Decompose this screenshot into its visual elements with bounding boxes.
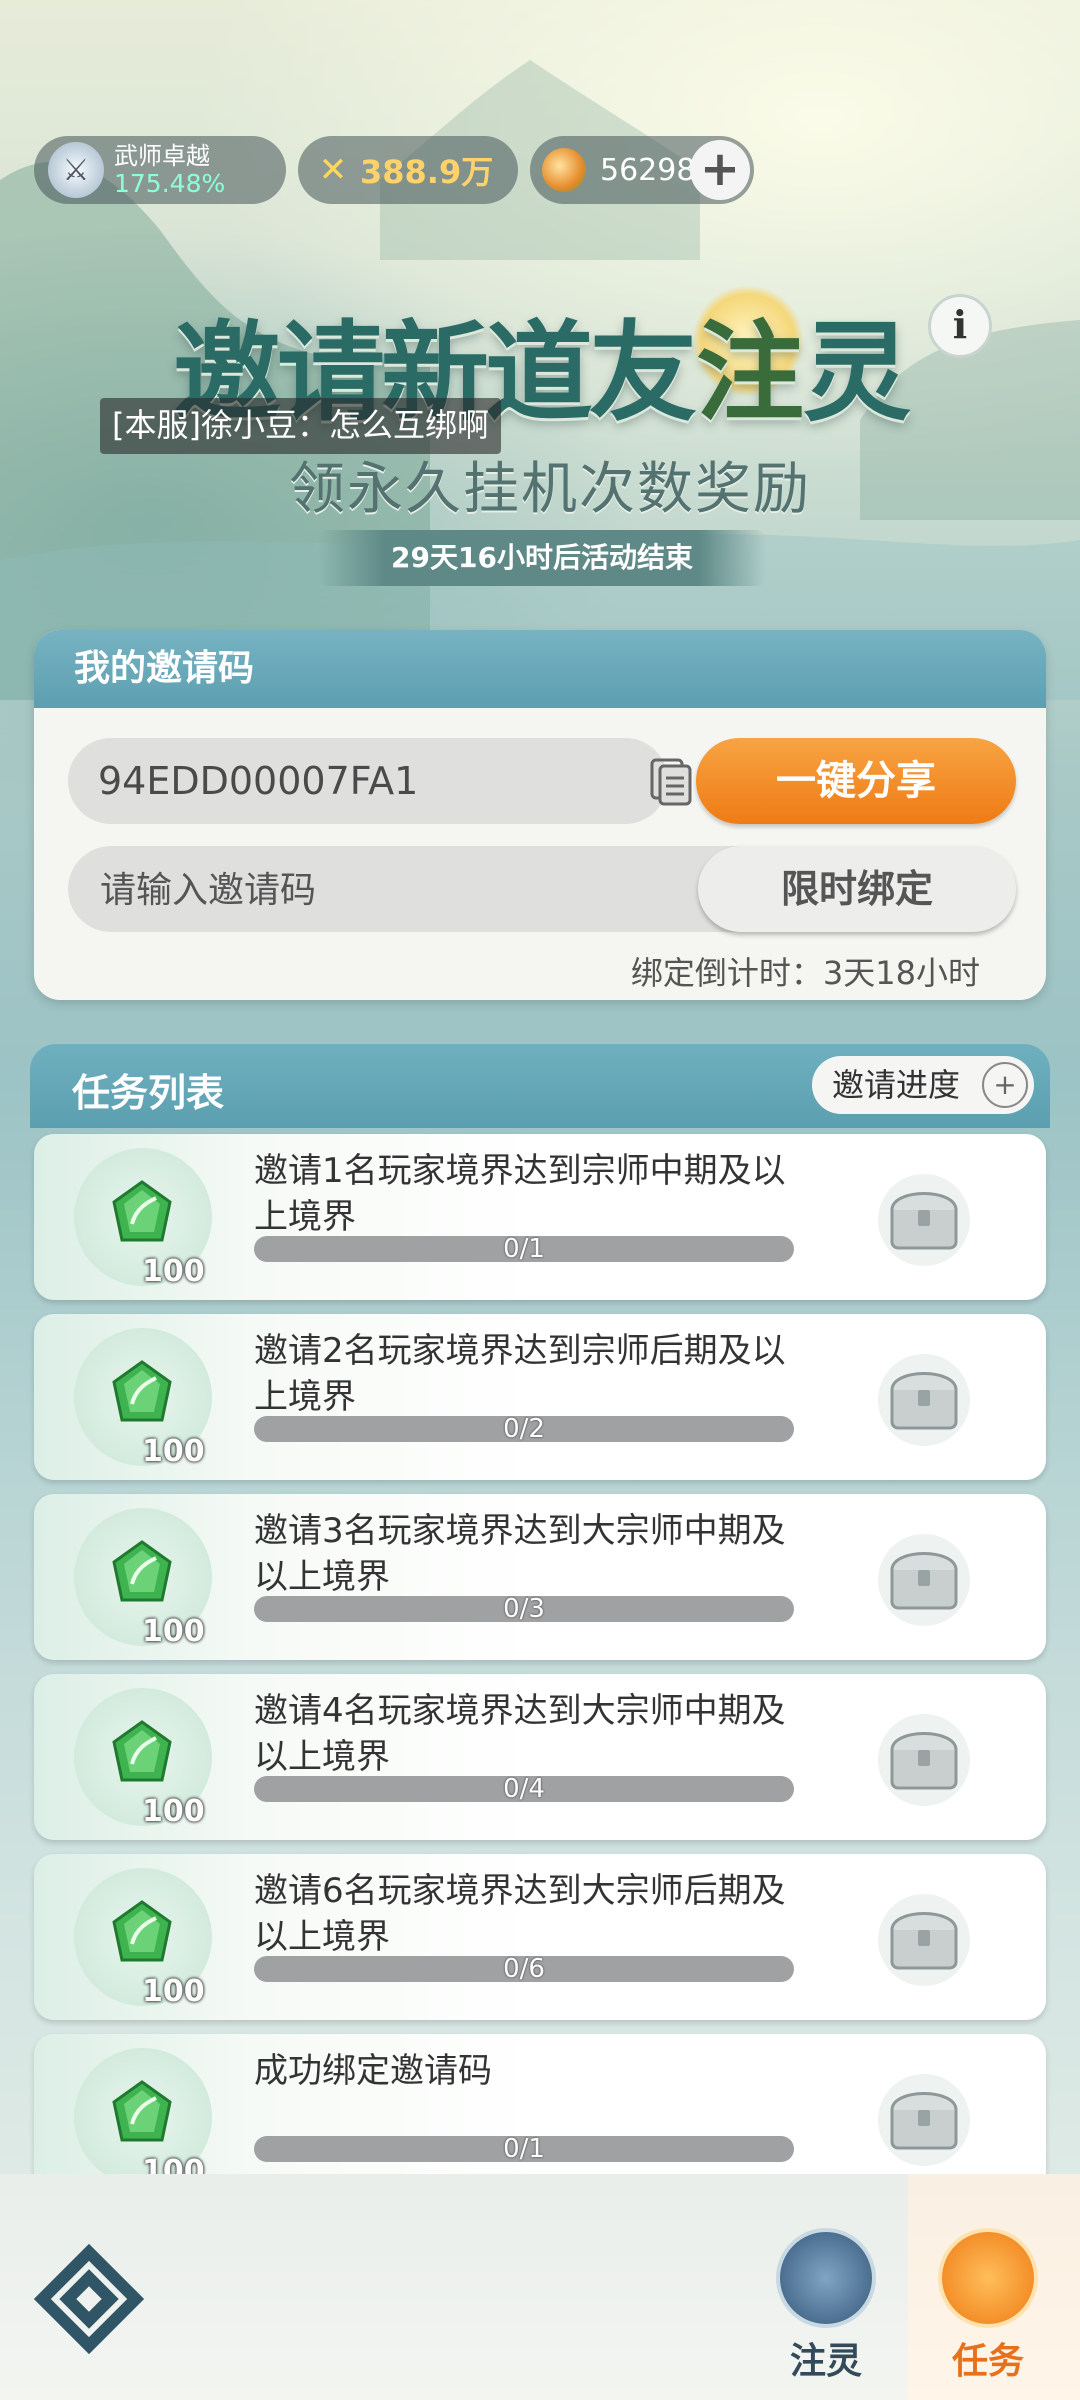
reward-count: 100 xyxy=(142,1254,205,1289)
treasure-chest-icon[interactable] xyxy=(874,1170,974,1270)
reward-count: 100 xyxy=(142,1434,205,1469)
reward-item[interactable]: 100 xyxy=(74,1148,212,1289)
reward-count: 100 xyxy=(142,1974,205,2009)
info-button[interactable]: i xyxy=(928,294,992,358)
task-progress-text: 0/3 xyxy=(503,1594,545,1624)
green-jade-gem-icon xyxy=(112,1180,172,1242)
event-title-part-b: 灵 xyxy=(803,310,911,436)
task-row: 100 邀请6名玩家境界达到大宗师后期及以上境界 0/6 xyxy=(34,1854,1046,2020)
rank-badge[interactable]: ⚔ 武师卓越 175.48% xyxy=(34,136,286,204)
reward-item[interactable]: 100 xyxy=(74,1868,212,2009)
green-jade-gem-icon xyxy=(112,1900,172,1962)
reward-item[interactable]: 100 xyxy=(74,1688,212,1829)
task-progress-text: 0/1 xyxy=(503,1234,545,1264)
game-logo-icon[interactable] xyxy=(34,2244,144,2354)
task-row: 100 邀请4名玩家境界达到大宗师中期及以上境界 0/4 xyxy=(34,1674,1046,1840)
task-progress-text: 0/6 xyxy=(503,1954,545,1984)
task-progress-bar: 0/1 xyxy=(254,1234,794,1264)
reward-count: 100 xyxy=(142,1794,205,1829)
invite-card-header: 我的邀请码 xyxy=(34,630,1046,708)
nav-tasks-label: 任务 xyxy=(951,2341,1024,2382)
treasure-chest-icon[interactable] xyxy=(874,1350,974,1450)
scroll-icon xyxy=(938,2228,1038,2328)
task-row: 100 邀请1名玩家境界达到宗师中期及以上境界 0/1 xyxy=(34,1134,1046,1300)
task-progress-text: 0/4 xyxy=(503,1774,545,1804)
task-progress-text: 0/2 xyxy=(503,1414,545,1444)
treasure-chest-icon[interactable] xyxy=(874,1890,974,1990)
task-description: 成功绑定邀请码 xyxy=(254,2051,492,2091)
invite-code-input[interactable] xyxy=(98,846,662,934)
add-person-icon: + xyxy=(982,1062,1028,1108)
combat-power-display[interactable]: ✕ 388.9万 xyxy=(298,136,518,204)
reward-item[interactable]: 100 xyxy=(74,1508,212,1649)
task-progress-bar: 0/6 xyxy=(254,1954,794,1984)
nav-infuse-spirit[interactable]: 注灵 xyxy=(766,2228,886,2384)
chat-message[interactable]: [本服]徐小豆：怎么互绑啊 xyxy=(100,398,501,454)
invite-code-card: 我的邀请码 94EDD00007FA1 一键分享 限时绑定 绑定倒计时：3天18… xyxy=(34,630,1046,1000)
leaf-icon xyxy=(776,2228,876,2328)
currency-value: 56298 xyxy=(600,152,696,188)
my-invite-code: 94EDD00007FA1 xyxy=(98,759,419,803)
task-list-panel: 任务列表 邀请进度 + 100 邀请1名玩家境界达到宗师中期及以上境界 0/1 100… xyxy=(30,1044,1050,2200)
treasure-chest-icon[interactable] xyxy=(874,1710,974,1810)
task-progress-bar: 0/4 xyxy=(254,1774,794,1804)
green-jade-gem-icon xyxy=(112,1720,172,1782)
invite-progress-button[interactable]: 邀请进度 + xyxy=(812,1056,1034,1114)
invite-progress-label: 邀请进度 xyxy=(832,1066,961,1104)
crossed-swords-icon: ✕ xyxy=(318,150,348,190)
add-currency-button[interactable]: + xyxy=(690,140,750,200)
task-description: 邀请4名玩家境界达到大宗师中期及以上境界 xyxy=(254,1691,786,1777)
event-subtitle: 领永久挂机次数奖励 xyxy=(289,457,811,522)
event-end-timer: 29天16小时后活动结束 xyxy=(318,530,766,586)
reward-item[interactable]: 100 xyxy=(74,1328,212,1469)
task-progress-text: 0/1 xyxy=(503,2134,545,2164)
spirit-coin-icon xyxy=(542,148,586,192)
task-list-title: 任务列表 xyxy=(72,1071,225,1115)
copy-icon[interactable] xyxy=(646,756,698,808)
task-row: 100 邀请2名玩家境界达到宗师后期及以上境界 0/2 xyxy=(34,1314,1046,1480)
task-description: 邀请6名玩家境界达到大宗师后期及以上境界 xyxy=(254,1871,786,1957)
event-title-highlight: 注 xyxy=(693,286,804,436)
warrior-avatar-icon: ⚔ xyxy=(48,142,104,198)
task-description: 邀请2名玩家境界达到宗师后期及以上境界 xyxy=(254,1331,786,1417)
treasure-chest-icon[interactable] xyxy=(874,2070,974,2170)
task-progress-bar: 0/2 xyxy=(254,1414,794,1444)
task-list-header: 任务列表 邀请进度 + xyxy=(30,1044,1050,1128)
green-jade-gem-icon xyxy=(112,1540,172,1602)
green-jade-gem-icon xyxy=(112,1360,172,1422)
task-description: 邀请3名玩家境界达到大宗师中期及以上境界 xyxy=(254,1511,786,1597)
nav-tasks[interactable]: 任务 xyxy=(928,2228,1048,2384)
treasure-chest-icon[interactable] xyxy=(874,1530,974,1630)
bottom-nav: 注灵 任务 xyxy=(0,2174,1080,2400)
task-description: 邀请1名玩家境界达到宗师中期及以上境界 xyxy=(254,1151,786,1237)
rank-name: 武师卓越 xyxy=(114,142,210,170)
my-invite-code-field: 94EDD00007FA1 xyxy=(68,738,692,824)
reward-count: 100 xyxy=(142,1614,205,1649)
share-button[interactable]: 一键分享 xyxy=(696,738,1016,824)
bind-countdown: 绑定倒计时：3天18小时 xyxy=(630,954,980,992)
reward-item[interactable]: 100 xyxy=(74,2048,212,2189)
nav-infuse-spirit-label: 注灵 xyxy=(789,2341,862,2382)
green-jade-gem-icon xyxy=(112,2080,172,2142)
combat-power-value: 388.9万 xyxy=(360,153,494,191)
task-progress-bar: 0/3 xyxy=(254,1594,794,1624)
task-row: 100 邀请3名玩家境界达到大宗师中期及以上境界 0/3 xyxy=(34,1494,1046,1660)
bind-button[interactable]: 限时绑定 xyxy=(698,846,1016,932)
rank-percent: 175.48% xyxy=(114,169,226,198)
currency-display: 56298 + xyxy=(530,136,754,204)
task-progress-bar: 0/1 xyxy=(254,2134,794,2164)
